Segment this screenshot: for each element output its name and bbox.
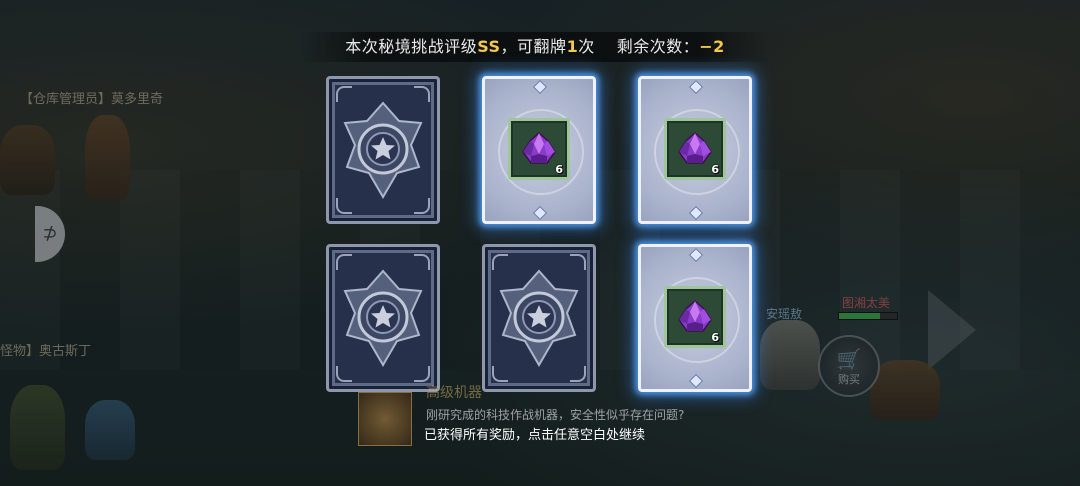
reward-item-slot[interactable]: 6 bbox=[664, 286, 726, 348]
remaining-label: 剩余次数： bbox=[616, 37, 700, 56]
card-back[interactable] bbox=[326, 76, 440, 224]
card-emblem-icon bbox=[343, 101, 423, 199]
purple-crystal-icon bbox=[678, 131, 712, 164]
item-count: 6 bbox=[555, 163, 563, 176]
revealed-card[interactable]: 6 bbox=[638, 244, 752, 392]
dialog-title: 高级机器 bbox=[426, 385, 482, 401]
card-emblem-icon bbox=[499, 269, 579, 367]
purple-crystal-icon bbox=[522, 131, 556, 164]
card-back[interactable] bbox=[326, 244, 440, 392]
reward-item-slot[interactable]: 6 bbox=[664, 118, 726, 180]
flip-count: 1 bbox=[566, 37, 579, 56]
card-back[interactable] bbox=[482, 244, 596, 392]
dialog-description: 刚研究成的科技作战机器，安全性似乎存在问题? bbox=[426, 408, 685, 422]
robot-portrait bbox=[358, 392, 412, 446]
banner-text-suffix: 次 bbox=[578, 37, 595, 56]
purple-crystal-icon bbox=[678, 299, 712, 332]
remaining-value: −2 bbox=[699, 37, 725, 56]
revealed-card[interactable]: 6 bbox=[638, 76, 752, 224]
continue-hint: 已获得所有奖励，点击任意空白处继续 bbox=[424, 428, 646, 443]
rating-value: SS bbox=[477, 37, 501, 56]
result-banner: 本次秘境挑战评级SS，可翻牌1次 剩余次数：−2 bbox=[300, 32, 770, 62]
revealed-card[interactable]: 6 bbox=[482, 76, 596, 224]
item-count: 6 bbox=[711, 163, 719, 176]
card-emblem-icon bbox=[343, 269, 423, 367]
npc-dialog: 高级机器 刚研究成的科技作战机器，安全性似乎存在问题? 已获得所有奖励，点击任意… bbox=[358, 385, 728, 446]
banner-text-prefix: 本次秘境挑战评级 bbox=[345, 37, 478, 56]
item-count: 6 bbox=[711, 331, 719, 344]
banner-text-mid: ，可翻牌 bbox=[500, 37, 567, 56]
reward-item-slot[interactable]: 6 bbox=[508, 118, 570, 180]
